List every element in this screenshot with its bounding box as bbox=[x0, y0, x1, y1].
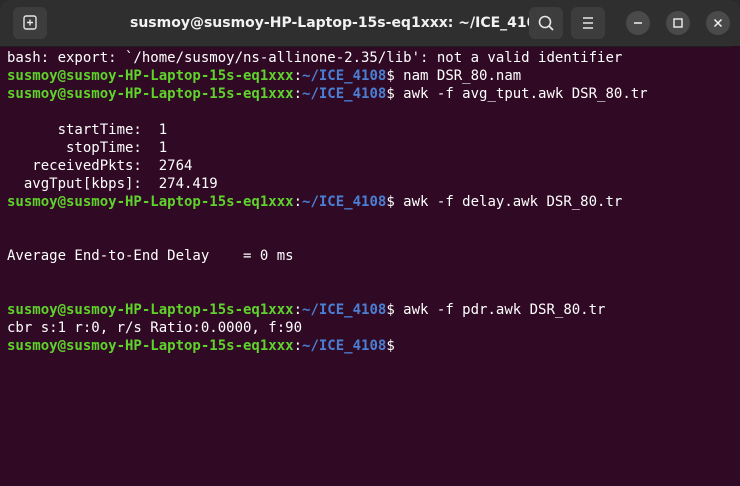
prompt-line: susmoy@susmoy-HP-Laptop-15s-eq1xxx:~/ICE… bbox=[7, 301, 733, 319]
menu-button[interactable] bbox=[571, 7, 605, 39]
prompt-colon: : bbox=[293, 194, 303, 210]
prompt-user: susmoy@susmoy-HP-Laptop-15s-eq1xxx bbox=[7, 302, 294, 318]
maximize-icon bbox=[673, 18, 683, 28]
title-bar[interactable]: susmoy@susmoy-HP-Laptop-15s-eq1xxx: ~/IC… bbox=[0, 0, 740, 47]
minimize-button[interactable] bbox=[626, 11, 650, 35]
prompt-colon: : bbox=[293, 86, 303, 102]
prompt-dollar: $ bbox=[386, 86, 395, 102]
prompt-path: ~/ICE_4108 bbox=[302, 302, 387, 318]
close-icon bbox=[713, 18, 723, 28]
command-text: awk -f pdr.awk DSR_80.tr bbox=[394, 302, 606, 318]
output-line: avgTput[kbps]: 274.419 bbox=[7, 176, 218, 192]
prompt-user: susmoy@susmoy-HP-Laptop-15s-eq1xxx bbox=[7, 194, 294, 210]
prompt-path: ~/ICE_4108 bbox=[302, 338, 387, 354]
prompt-user: susmoy@susmoy-HP-Laptop-15s-eq1xxx bbox=[7, 68, 294, 84]
prompt-line: susmoy@susmoy-HP-Laptop-15s-eq1xxx:~/ICE… bbox=[7, 67, 733, 85]
command-text: awk -f avg_tput.awk DSR_80.tr bbox=[394, 86, 648, 102]
command-text: awk -f delay.awk DSR_80.tr bbox=[394, 194, 623, 210]
prompt-line: susmoy@susmoy-HP-Laptop-15s-eq1xxx:~/ICE… bbox=[7, 85, 733, 103]
prompt-dollar: $ bbox=[386, 68, 395, 84]
prompt-dollar: $ bbox=[386, 338, 395, 354]
command-text: nam DSR_80.nam bbox=[394, 68, 522, 84]
prompt-path: ~/ICE_4108 bbox=[302, 68, 387, 84]
prompt-path: ~/ICE_4108 bbox=[302, 194, 387, 210]
output-line: Average End-to-End Delay = 0 ms bbox=[7, 248, 294, 264]
output-line: receivedPkts: 2764 bbox=[7, 158, 193, 174]
prompt-line: susmoy@susmoy-HP-Laptop-15s-eq1xxx:~/ICE… bbox=[7, 337, 733, 355]
output-line: bash: export: `/home/susmoy/ns-allinone-… bbox=[7, 50, 623, 66]
close-button[interactable] bbox=[706, 11, 730, 35]
prompt-path: ~/ICE_4108 bbox=[302, 86, 387, 102]
scrollbar-thumb[interactable] bbox=[735, 106, 738, 486]
prompt-colon: : bbox=[293, 68, 303, 84]
terminal-output[interactable]: bash: export: `/home/susmoy/ns-allinone-… bbox=[0, 49, 733, 486]
output-line: stopTime: 1 bbox=[7, 140, 168, 156]
prompt-dollar: $ bbox=[386, 302, 395, 318]
prompt-line: susmoy@susmoy-HP-Laptop-15s-eq1xxx:~/ICE… bbox=[7, 193, 733, 211]
maximize-button[interactable] bbox=[666, 11, 690, 35]
prompt-colon: : bbox=[293, 338, 303, 354]
scrollbar[interactable] bbox=[733, 46, 740, 486]
minimize-icon bbox=[634, 22, 642, 24]
prompt-user: susmoy@susmoy-HP-Laptop-15s-eq1xxx bbox=[7, 86, 294, 102]
prompt-colon: : bbox=[293, 302, 303, 318]
window-title: susmoy@susmoy-HP-Laptop-15s-eq1xxx: ~/IC… bbox=[130, 15, 547, 31]
hamburger-menu-icon bbox=[583, 17, 593, 29]
new-tab-icon bbox=[23, 15, 37, 30]
new-tab-button[interactable] bbox=[13, 7, 47, 39]
search-button[interactable] bbox=[529, 7, 563, 39]
output-line: cbr s:1 r:0, r/s Ratio:0.0000, f:90 bbox=[7, 320, 303, 336]
output-line: startTime: 1 bbox=[7, 122, 168, 138]
prompt-dollar: $ bbox=[386, 194, 395, 210]
terminal-window: susmoy@susmoy-HP-Laptop-15s-eq1xxx: ~/IC… bbox=[0, 0, 740, 486]
prompt-user: susmoy@susmoy-HP-Laptop-15s-eq1xxx bbox=[7, 338, 294, 354]
search-icon bbox=[538, 15, 554, 31]
